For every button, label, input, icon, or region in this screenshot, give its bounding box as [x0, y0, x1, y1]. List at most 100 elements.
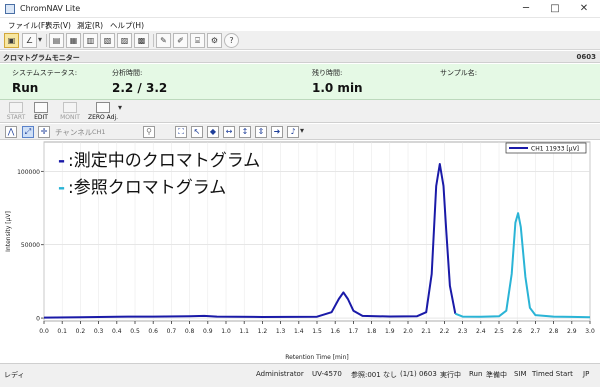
x-tick-label: 0.7	[167, 328, 177, 335]
annotation-marker-1: -	[58, 151, 65, 171]
method-icon[interactable]: ▤	[49, 33, 64, 48]
monitor-icon	[63, 102, 77, 113]
x-tick-label: 0.9	[203, 328, 213, 335]
dropdown-arrow-icon[interactable]: ▾	[118, 103, 122, 112]
report-icon[interactable]: ▧	[100, 33, 115, 48]
calibration-icon[interactable]: ▨	[117, 33, 132, 48]
play-icon	[9, 102, 23, 113]
chromatogram-view-icon[interactable]: ⋀	[5, 126, 17, 138]
x-tick-label: 2.9	[567, 328, 577, 335]
x-tick-label: 3.0	[585, 328, 595, 335]
expand-horizontal-icon[interactable]: ↔	[223, 126, 235, 138]
x-tick-label: 2.4	[476, 328, 486, 335]
status-ready: レディ	[4, 371, 25, 379]
expand-both-icon[interactable]: ⇕	[255, 126, 267, 138]
zero-adjust-button[interactable]: ZERO Adj.	[86, 101, 120, 122]
x-tick-label: 2.0	[403, 328, 413, 335]
chromatogram-chart[interactable]: 0 50000 100000 0.0 0.1 0.2 0.3 0.4 0.5 0.6 0.7 0.8 0…	[0, 140, 600, 363]
x-tick-label: 1.3	[276, 328, 286, 335]
column-icon[interactable]: ⌸	[190, 33, 205, 48]
monitor-icon[interactable]: ▣	[4, 33, 19, 48]
fit-all-icon[interactable]: ⛶	[175, 126, 187, 138]
menu-view[interactable]: 表示(V)	[45, 20, 71, 31]
status-area: システムステータス: Run 分析時間: 2.2 / 3.2 残り時間: 1.0…	[0, 64, 600, 100]
status-preparing: 準備中	[486, 371, 507, 379]
panel-code: 0603	[576, 53, 596, 61]
status-none: なし	[383, 371, 397, 379]
gear-icon	[34, 102, 48, 113]
data-icon[interactable]: ▥	[83, 33, 98, 48]
gear-icon[interactable]: ⚙	[207, 33, 222, 48]
window-title: ChromNAV Lite	[20, 4, 81, 13]
chart-toolbar: ⋀ ⤢ ✛ チャンネル CH1 ⚲ ⛶ ↖ ◆ ↔ ↕ ⇕ ➜ ♪ ▾	[0, 124, 600, 140]
remaining-time-label: 残り時間:	[312, 69, 343, 77]
monit-button[interactable]: MONIT	[56, 101, 84, 122]
annotation-text-2: :参照クロマトグラム	[68, 178, 226, 198]
status-user: Administrator	[256, 370, 304, 378]
chromatogram-plot[interactable]: 0 50000 100000 0.0 0.1 0.2 0.3 0.4 0.5 0.6 0.7 0.8 0…	[0, 140, 600, 363]
x-tick-label: 0.3	[94, 328, 104, 335]
x-tick-label: 0.4	[112, 328, 122, 335]
analysis-time-label: 分析時間:	[112, 69, 143, 77]
arrow-right-icon[interactable]: ➜	[271, 126, 283, 138]
status-vial: (1/1) 0603	[400, 370, 437, 378]
close-icon[interactable]: ✕	[570, 0, 598, 18]
menu-file[interactable]: ファイル(F)	[8, 20, 48, 31]
pen-icon[interactable]: ∠	[22, 33, 37, 48]
y-tick-label: 50000	[21, 242, 40, 249]
annotation-marker-2: -	[58, 178, 65, 198]
x-tick-label: 2.6	[512, 328, 522, 335]
status-sim: SIM	[514, 370, 527, 378]
batch-icon[interactable]: ▩	[134, 33, 149, 48]
x-tick-label: 1.1	[239, 328, 249, 335]
x-tick-label: 1.4	[294, 328, 304, 335]
minimize-icon[interactable]: ─	[512, 0, 540, 18]
x-tick-label: 2.5	[494, 328, 504, 335]
x-tick-label: 2.2	[440, 328, 450, 335]
x-tick-label: 2.1	[421, 328, 431, 335]
legend-label: CH1 11933 [μV]	[531, 146, 579, 153]
x-tick-label: 2.7	[531, 328, 541, 335]
x-tick-label: 1.0	[221, 328, 231, 335]
status-running: 実行中	[440, 371, 461, 379]
maximize-icon[interactable]: □	[541, 0, 569, 18]
main-toolbar: ▣ ∠ ▾ ▤ ▦ ▥ ▧ ▨ ▩ ✎ ✐ ⌸ ⚙ ?	[0, 31, 600, 50]
x-tick-label: 0.5	[130, 328, 140, 335]
pencil-icon[interactable]: ✐	[173, 33, 188, 48]
edit-icon[interactable]: ✎	[156, 33, 171, 48]
search-icon[interactable]: ⚲	[143, 126, 155, 138]
system-status-value: Run	[12, 81, 39, 95]
expand-vertical-icon[interactable]: ↕	[239, 126, 251, 138]
y-axis-label: Intensity [μV]	[5, 211, 12, 252]
y-tick-label: 0	[36, 316, 40, 323]
x-tick-label: 0.8	[185, 328, 195, 335]
status-bar: レディ Administrator UV-4570 参照:001 なし (1/1…	[0, 363, 600, 387]
channel-select[interactable]: CH1	[92, 128, 106, 136]
x-tick-label: 0.2	[76, 328, 86, 335]
x-tick-label: 1.6	[330, 328, 340, 335]
help-icon[interactable]: ?	[224, 33, 239, 48]
auto-scale-icon[interactable]: ◆	[207, 126, 219, 138]
pointer-icon[interactable]: ↖	[191, 126, 203, 138]
x-tick-label: 1.8	[367, 328, 377, 335]
zoom-area-icon[interactable]: ⤢	[22, 126, 34, 138]
crosshair-icon[interactable]: ✛	[38, 126, 50, 138]
x-axis-label: Retention Time [min]	[285, 354, 348, 361]
channel-label: チャンネル	[55, 128, 93, 137]
status-timed-start: Timed Start	[532, 370, 573, 378]
status-reference: 参照:001	[351, 371, 381, 379]
menu-bar: ファイル(F) 表示(V) 測定(R) ヘルプ(H)	[0, 18, 600, 31]
x-tick-label: 0.6	[148, 328, 158, 335]
note-icon[interactable]: ♪	[287, 126, 299, 138]
dropdown-arrow-icon[interactable]: ▾	[300, 126, 304, 135]
menu-measure[interactable]: 測定(R)	[77, 20, 103, 31]
title-bar: ChromNAV Lite ─ □ ✕	[0, 0, 600, 18]
app-logo-icon	[5, 4, 15, 14]
panel-header: クロマトグラムモニター 0603	[0, 51, 600, 63]
start-button[interactable]: START	[4, 101, 28, 122]
edit-button[interactable]: EDIT	[30, 101, 52, 122]
annotation-text-1: :測定中のクロマトグラム	[68, 151, 260, 171]
dropdown-arrow-icon[interactable]: ▾	[36, 33, 44, 48]
menu-help[interactable]: ヘルプ(H)	[110, 20, 144, 31]
sequence-icon[interactable]: ▦	[66, 33, 81, 48]
